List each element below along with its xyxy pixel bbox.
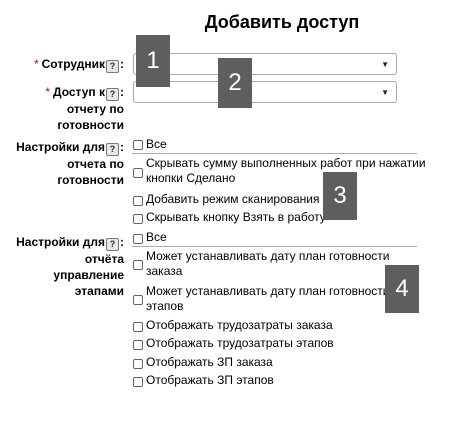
checkbox-scan-mode[interactable] — [133, 196, 143, 206]
help-icon[interactable]: ? — [106, 88, 119, 101]
report-option-hide-sum: Скрывать сумму выполненных работ при наж… — [146, 156, 426, 185]
employee-select[interactable]: ▼ — [133, 53, 397, 75]
employee-label: * Сотрудник?: — [33, 57, 124, 73]
checkbox-hide-sum[interactable] — [133, 168, 143, 178]
checkbox-hide-take-button[interactable] — [133, 214, 143, 224]
help-icon[interactable]: ? — [106, 238, 119, 251]
report-option-scan-mode: Добавить режим сканирования — [146, 192, 320, 206]
stage-settings-label: Настройки для?: отчёта управление этапам… — [16, 235, 124, 298]
checkbox-stage-salary[interactable] — [133, 377, 143, 387]
chevron-down-icon: ▼ — [381, 60, 389, 69]
checkbox-report-all[interactable] — [133, 140, 143, 150]
checkbox-set-stage-date[interactable] — [133, 295, 143, 305]
marker-2: 2 — [218, 58, 252, 108]
report-option-hide-take-button: Скрывать кнопку Взять в работу — [146, 210, 326, 224]
checkbox-set-order-date[interactable] — [133, 260, 143, 270]
marker-3: 3 — [323, 172, 357, 220]
stage-option-set-stage-date: Может устанавливать дату план готовности… — [146, 284, 390, 313]
checkbox-order-labor[interactable] — [133, 322, 143, 332]
checkbox-order-salary[interactable] — [133, 359, 143, 369]
chevron-down-icon: ▼ — [381, 88, 389, 97]
page-title: Добавить доступ — [204, 12, 360, 32]
stage-option-order-labor: Отображать трудозатраты заказа — [146, 318, 333, 332]
help-icon[interactable]: ? — [106, 143, 119, 156]
divider — [132, 246, 417, 247]
checkbox-stage-all[interactable] — [133, 234, 143, 244]
marker-1: 1 — [136, 35, 170, 87]
stage-option-stage-labor: Отображать трудозатраты этапов — [146, 336, 334, 350]
stage-option-stage-salary: Отображать ЗП этапов — [146, 373, 274, 387]
report-access-select[interactable]: ▼ — [133, 81, 397, 103]
stage-option-set-order-date: Может устанавливать дату план готовности… — [146, 249, 390, 278]
stage-option-all: Все — [146, 230, 167, 244]
marker-4: 4 — [385, 265, 419, 313]
report-access-label: * Доступ к?: отчету по готовности — [45, 85, 124, 132]
report-option-all: Все — [146, 137, 167, 151]
checkbox-stage-labor[interactable] — [133, 340, 143, 350]
help-icon[interactable]: ? — [106, 60, 119, 73]
report-settings-label: Настройки для?: отчета по готовности — [16, 140, 124, 187]
divider — [132, 153, 417, 154]
stage-option-order-salary: Отображать ЗП заказа — [146, 355, 273, 369]
